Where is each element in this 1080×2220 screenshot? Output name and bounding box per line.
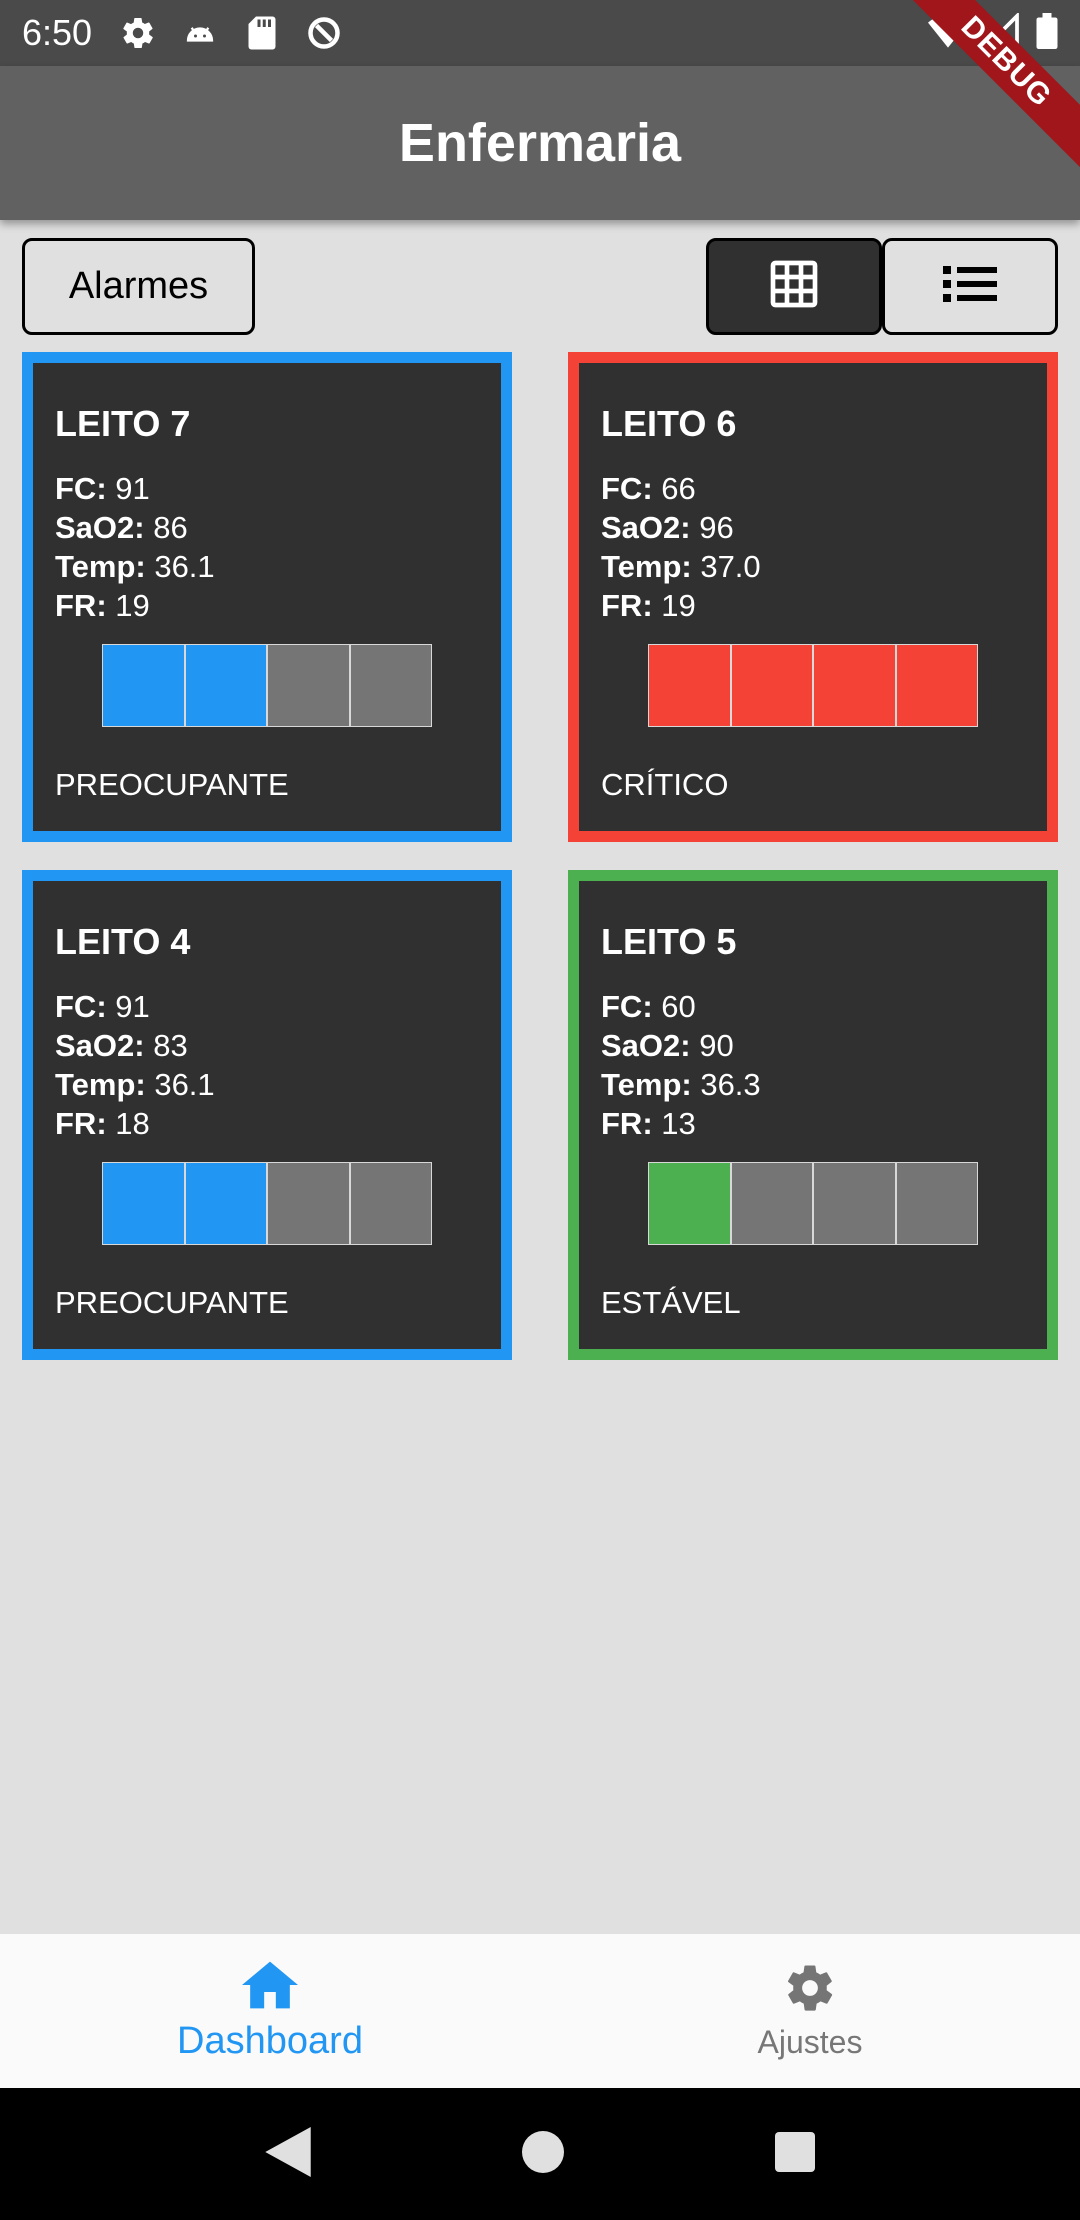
severity-segment [730, 1162, 813, 1245]
severity-segment [895, 1162, 978, 1245]
bed-card[interactable]: LEITO 4 FC: 91 SaO2: 83 Temp: 36.1 FR: 1… [22, 870, 512, 1360]
severity-segment [895, 644, 978, 727]
temp-label: Temp: [55, 1067, 146, 1102]
sd-card-icon [244, 15, 280, 51]
sao2-value: 90 [699, 1028, 734, 1063]
severity-segment [349, 1162, 432, 1245]
severity-bar [102, 644, 432, 727]
nav-label-dashboard: Dashboard [177, 2020, 363, 2062]
bed-card[interactable]: LEITO 5 FC: 60 SaO2: 90 Temp: 36.3 FR: 1… [568, 870, 1058, 1360]
status-label: PREOCUPANTE [55, 767, 289, 802]
sao2-label: SaO2: [601, 510, 691, 545]
battery-icon [1036, 12, 1058, 54]
fr-value: 19 [115, 588, 150, 623]
severity-segment [267, 1162, 350, 1245]
page-title: Enfermaria [398, 113, 682, 173]
fc-label: FC: [55, 989, 107, 1024]
severity-segment [813, 644, 896, 727]
fr-label: FR: [601, 1106, 653, 1141]
severity-segment [648, 1162, 731, 1245]
bed-name: LEITO 5 [601, 921, 737, 962]
temp-value: 36.1 [154, 549, 215, 584]
alarms-button[interactable]: Alarmes [22, 238, 255, 335]
severity-segment [267, 644, 350, 727]
system-nav-bar [0, 2088, 1080, 2220]
bed-name: LEITO 6 [601, 403, 737, 444]
fr-label: FR: [55, 588, 107, 623]
bed-card[interactable]: LEITO 7 FC: 91 SaO2: 86 Temp: 36.1 FR: 1… [22, 352, 512, 842]
sao2-value: 83 [153, 1028, 188, 1063]
severity-bar [648, 1162, 978, 1245]
vitals: FC: 66 SaO2: 96 Temp: 37.0 FR: 19 [601, 469, 761, 625]
status-bar: 6:50 [0, 0, 1080, 66]
bed-name: LEITO 7 [55, 403, 191, 444]
severity-segment [730, 644, 813, 727]
alarms-button-label: Alarmes [68, 265, 209, 307]
list-icon [943, 264, 997, 309]
severity-segment [349, 644, 432, 727]
temp-value: 37.0 [700, 549, 761, 584]
vitals: FC: 60 SaO2: 90 Temp: 36.3 FR: 13 [601, 987, 761, 1143]
fc-label: FC: [601, 989, 653, 1024]
gear-icon [783, 1961, 837, 2020]
temp-label: Temp: [601, 549, 692, 584]
fr-value: 19 [661, 588, 696, 623]
status-label: PREOCUPANTE [55, 1285, 289, 1320]
home-icon [242, 1959, 298, 2016]
severity-segment [184, 644, 267, 727]
fc-label: FC: [601, 471, 653, 506]
vitals: FC: 91 SaO2: 83 Temp: 36.1 FR: 18 [55, 987, 215, 1143]
status-label: CRÍTICO [601, 767, 729, 802]
nav-item-ajustes[interactable]: Ajustes [540, 1934, 1080, 2088]
recents-icon[interactable] [774, 2131, 815, 2177]
severity-bar [102, 1162, 432, 1245]
fc-value: 60 [661, 989, 696, 1024]
bed-name: LEITO 4 [55, 921, 191, 962]
grid-view-button[interactable] [706, 238, 882, 335]
temp-label: Temp: [601, 1067, 692, 1102]
fc-label: FC: [55, 471, 107, 506]
bed-card[interactable]: LEITO 6 FC: 66 SaO2: 96 Temp: 37.0 FR: 1… [568, 352, 1058, 842]
temp-label: Temp: [55, 549, 146, 584]
severity-bar [648, 644, 978, 727]
status-time: 6:50 [22, 12, 93, 53]
grid-icon [766, 256, 822, 317]
home-circle-icon[interactable] [521, 2130, 564, 2178]
sao2-value: 96 [699, 510, 734, 545]
severity-segment [648, 644, 731, 727]
severity-segment [184, 1162, 267, 1245]
temp-value: 36.3 [700, 1067, 761, 1102]
sao2-label: SaO2: [601, 1028, 691, 1063]
fr-value: 13 [661, 1106, 696, 1141]
android-icon [182, 15, 218, 51]
severity-segment [102, 1162, 185, 1245]
sao2-label: SaO2: [55, 1028, 145, 1063]
temp-value: 36.1 [154, 1067, 215, 1102]
sao2-value: 86 [153, 510, 188, 545]
fc-value: 66 [661, 471, 696, 506]
back-icon[interactable] [265, 2126, 312, 2182]
gear-icon [120, 15, 156, 51]
nav-item-dashboard[interactable]: Dashboard [0, 1934, 540, 2088]
app-bar: Enfermaria [0, 66, 1080, 220]
bottom-nav: Dashboard Ajustes [0, 1934, 1080, 2088]
severity-segment [102, 644, 185, 727]
fr-value: 18 [115, 1106, 150, 1141]
list-view-button[interactable] [882, 238, 1058, 335]
vitals: FC: 91 SaO2: 86 Temp: 36.1 FR: 19 [55, 469, 215, 625]
fc-value: 91 [115, 989, 150, 1024]
fr-label: FR: [55, 1106, 107, 1141]
nav-label-ajustes: Ajustes [757, 2024, 863, 2060]
fc-value: 91 [115, 471, 150, 506]
status-label: ESTÁVEL [601, 1285, 741, 1320]
sync-icon [306, 15, 342, 51]
sao2-label: SaO2: [55, 510, 145, 545]
severity-segment [813, 1162, 896, 1245]
fr-label: FR: [601, 588, 653, 623]
